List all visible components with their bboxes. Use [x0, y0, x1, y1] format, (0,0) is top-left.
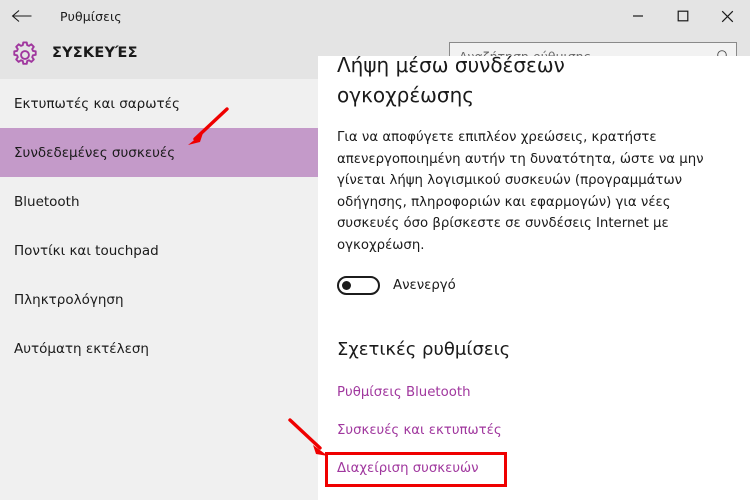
sidebar-item-label: Πληκτρολόγηση — [14, 291, 124, 308]
window-controls — [615, 0, 750, 32]
settings-window: Ρυθμίσεις ΣΥΣΚΕΥΈΣ Αναζήτηση ρύθμισης Εκ… — [0, 0, 750, 500]
section-heading-line2: ογκοχρέωσης — [337, 83, 474, 107]
back-arrow-icon — [11, 10, 32, 22]
sidebar-item-connected-devices[interactable]: Συνδεδεμένες συσκευές — [0, 128, 318, 177]
maximize-icon — [677, 10, 688, 22]
link-devices-and-printers[interactable]: Συσκευές και εκτυπωτές — [337, 423, 502, 438]
metered-download-toggle-row: Ανενεργό — [337, 276, 732, 295]
related-settings-title: Σχετικές ρυθμίσεις — [337, 339, 511, 360]
close-button[interactable] — [705, 0, 750, 32]
minimize-icon — [632, 15, 643, 17]
toggle-state-label: Ανενεργό — [393, 278, 456, 293]
sidebar-item-label: Εκτυπωτές και σαρωτές — [14, 95, 180, 112]
sidebar-item-label: Bluetooth — [14, 193, 80, 210]
sidebar-item-label: Αυτόματη εκτέλεση — [14, 340, 149, 357]
minimize-button[interactable] — [615, 0, 660, 32]
sidebar-item-label: Συνδεδεμένες συσκευές — [14, 144, 176, 161]
metered-download-toggle[interactable] — [337, 276, 380, 295]
section-heading-line1: Λήψη μέσω συνδέσεων — [337, 56, 565, 77]
gear-icon — [10, 40, 40, 70]
title-bar: Ρυθμίσεις — [0, 0, 750, 32]
page-title: ΣΥΣΚΕΥΈΣ — [52, 45, 138, 61]
sidebar-item-label: Ποντίκι και touchpad — [14, 242, 159, 259]
back-button[interactable] — [0, 0, 44, 32]
sidebar-item-typing[interactable]: Πληκτρολόγηση — [0, 275, 318, 324]
content-pane: Λήψη μέσω συνδέσεων ογκοχρέωσης Για να α… — [318, 56, 750, 500]
section-description: Για να αποφύγετε επιπλέον χρεώσεις, κρατ… — [337, 130, 704, 253]
manage-devices-highlight-wrap: Διαχείριση συσκευών — [325, 452, 507, 487]
link-manage-devices[interactable]: Διαχείριση συσκευών — [337, 461, 479, 476]
sidebar-item-bluetooth[interactable]: Bluetooth — [0, 177, 318, 226]
close-icon — [721, 10, 734, 22]
link-bluetooth-settings[interactable]: Ρυθμίσεις Bluetooth — [337, 385, 471, 400]
sidebar-item-mouse-touchpad[interactable]: Ποντίκι και touchpad — [0, 226, 318, 275]
maximize-button[interactable] — [660, 0, 705, 32]
window-title: Ρυθμίσεις — [60, 8, 122, 24]
sidebar-item-printers-scanners[interactable]: Εκτυπωτές και σαρωτές — [0, 79, 318, 128]
toggle-knob — [342, 281, 351, 290]
sidebar-item-autoplay[interactable]: Αυτόματη εκτέλεση — [0, 324, 318, 373]
sidebar-nav: Εκτυπωτές και σαρωτές Συνδεδεμένες συσκε… — [0, 79, 318, 500]
